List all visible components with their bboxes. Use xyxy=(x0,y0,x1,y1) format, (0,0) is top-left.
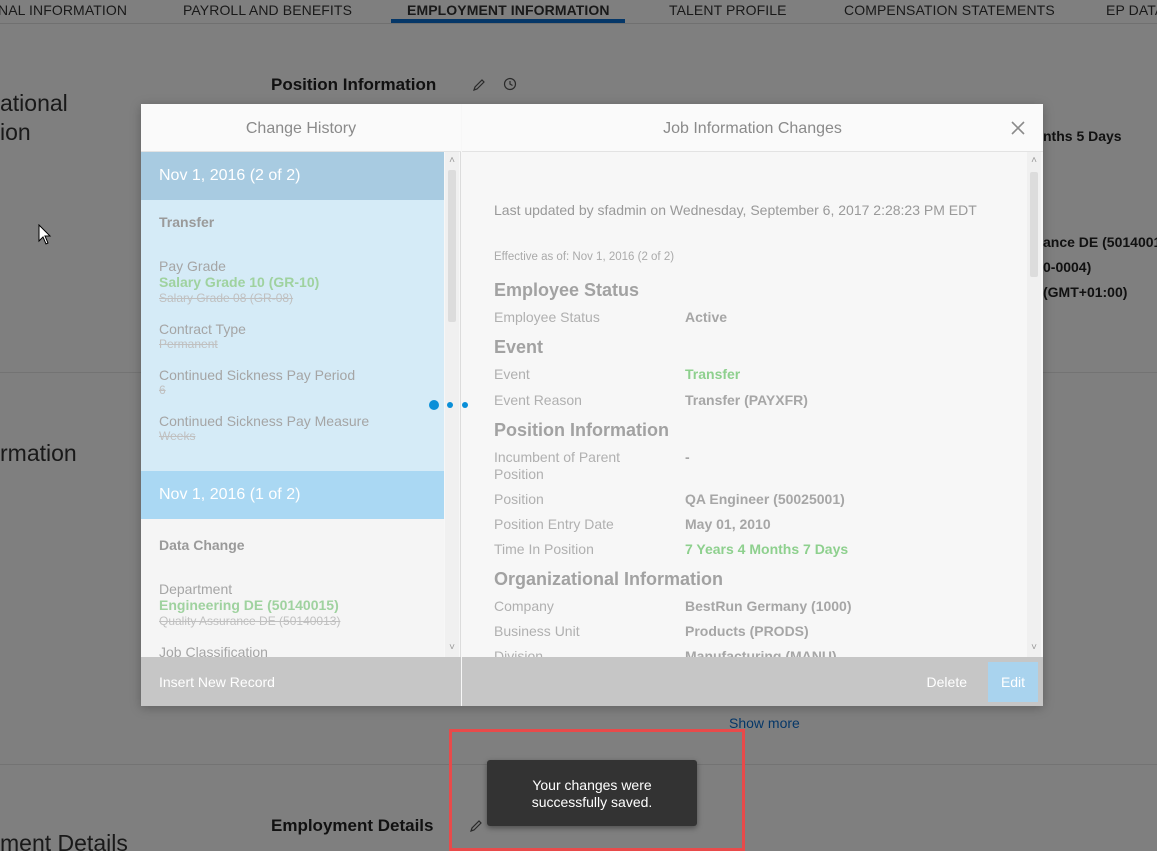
change-item: Contract Type Permanent xyxy=(159,321,426,351)
cursor-icon xyxy=(38,224,52,245)
change-label: Pay Grade xyxy=(159,258,226,274)
field-value: Products (PRODS) xyxy=(685,623,809,639)
edit-button[interactable]: Edit xyxy=(988,662,1038,702)
history-entry[interactable]: Nov 1, 2016 (1 of 2) Data Change Departm… xyxy=(141,471,444,657)
field-label: Event xyxy=(494,366,530,382)
job-information-changes-title: Job Information Changes xyxy=(462,104,1043,152)
change-item: Continued Sickness Pay Period 6 xyxy=(159,367,426,397)
scroll-down-icon[interactable]: ˅ xyxy=(1027,641,1041,655)
scroll-down-icon[interactable]: ˅ xyxy=(445,641,459,655)
toast-line-2: successfully saved. xyxy=(531,794,653,810)
insert-new-record-button[interactable]: Insert New Record xyxy=(141,657,461,706)
success-toast: Your changes were successfully saved. xyxy=(487,760,697,826)
position-information-heading: Position Information xyxy=(494,420,669,440)
scroll-up-icon[interactable]: ˄ xyxy=(1027,154,1041,168)
job-information-details[interactable]: Last updated by sfadmin on Wednesday, Se… xyxy=(462,152,1043,657)
field-label: Position xyxy=(494,491,544,507)
history-event-type: Data Change xyxy=(159,537,245,553)
event-heading: Event xyxy=(494,337,544,357)
field-label: Business Unit xyxy=(494,623,580,639)
change-new-value: Salary Grade 10 (GR-10) xyxy=(159,274,320,290)
job-information-dialog: Change History Nov 1, 2016 (2 of 2) Tran… xyxy=(141,104,1043,706)
field-value: - xyxy=(685,449,690,465)
details-scrollbar[interactable]: ˄ ˅ xyxy=(1027,152,1041,657)
job-information-changes-pane: Job Information Changes Last updated by … xyxy=(462,104,1043,706)
dialog-footer: Delete Edit xyxy=(462,657,1043,706)
field-label: Position Entry Date xyxy=(494,516,614,532)
field-value: Active xyxy=(685,309,728,325)
change-label: Continued Sickness Pay Period xyxy=(159,367,356,383)
loading-dot xyxy=(447,402,453,408)
change-item: Pay Grade Salary Grade 10 (GR-10) Salary… xyxy=(159,258,426,305)
change-label: Contract Type xyxy=(159,321,246,337)
change-old-value: Quality Assurance DE (50140013) xyxy=(159,614,341,628)
loading-dot xyxy=(462,402,468,408)
scroll-thumb[interactable] xyxy=(1030,172,1038,277)
scroll-thumb[interactable] xyxy=(448,170,456,322)
field-value: BestRun Germany (1000) xyxy=(685,598,852,614)
change-label: Continued Sickness Pay Measure xyxy=(159,413,370,429)
field-label: Event Reason xyxy=(494,392,582,408)
change-old-value: Permanent xyxy=(159,337,218,351)
history-entry[interactable]: Nov 1, 2016 (2 of 2) Transfer Pay Grade … xyxy=(141,152,444,471)
history-event-type: Transfer xyxy=(159,214,215,230)
field-label: Company xyxy=(494,598,554,614)
last-updated-text: Last updated by sfadmin on Wednesday, Se… xyxy=(494,202,977,218)
effective-as-of-text: Effective as of: Nov 1, 2016 (2 of 2) xyxy=(494,251,675,263)
field-label: Incumbent of Parent Position xyxy=(494,449,621,482)
field-label: Division xyxy=(494,648,544,657)
field-value: Transfer xyxy=(685,366,741,382)
change-label: Department xyxy=(159,581,233,597)
change-old-value: 6 xyxy=(159,383,166,397)
history-entry-date[interactable]: Nov 1, 2016 (2 of 2) xyxy=(141,152,444,200)
scroll-up-icon[interactable]: ˄ xyxy=(445,154,459,168)
employee-status-heading: Employee Status xyxy=(494,280,640,300)
change-item: Continued Sickness Pay Measure Weeks xyxy=(159,413,426,443)
change-old-value: Salary Grade 08 (GR-08) xyxy=(159,291,294,305)
change-item: Job Classification xyxy=(159,644,426,657)
change-history-title: Change History xyxy=(141,104,461,152)
change-history-pane: Change History Nov 1, 2016 (2 of 2) Tran… xyxy=(141,104,461,706)
loading-indicator xyxy=(429,399,479,411)
change-old-value: Weeks xyxy=(159,429,196,443)
field-value: 7 Years 4 Months 7 Days xyxy=(685,541,849,557)
toast-line-1: Your changes were xyxy=(532,777,652,793)
field-label: Time In Position xyxy=(494,541,594,557)
change-history-list[interactable]: Nov 1, 2016 (2 of 2) Transfer Pay Grade … xyxy=(141,152,461,657)
change-new-value: Engineering DE (50140015) xyxy=(159,597,339,613)
history-entry-date[interactable]: Nov 1, 2016 (1 of 2) xyxy=(141,471,444,519)
loading-dot xyxy=(429,400,439,410)
change-label: Job Classification xyxy=(159,644,268,657)
field-value: QA Engineer (50025001) xyxy=(685,491,845,507)
close-icon[interactable] xyxy=(1009,119,1027,137)
organizational-information-heading: Organizational Information xyxy=(494,569,724,589)
field-value: Manufacturing (MANU) xyxy=(685,648,837,657)
delete-button[interactable]: Delete xyxy=(927,657,967,706)
field-label: Employee Status xyxy=(494,309,600,325)
change-item: Department Engineering DE (50140015) Qua… xyxy=(159,581,426,628)
field-value: Transfer (PAYXFR) xyxy=(685,392,808,408)
field-value: May 01, 2010 xyxy=(685,516,771,532)
